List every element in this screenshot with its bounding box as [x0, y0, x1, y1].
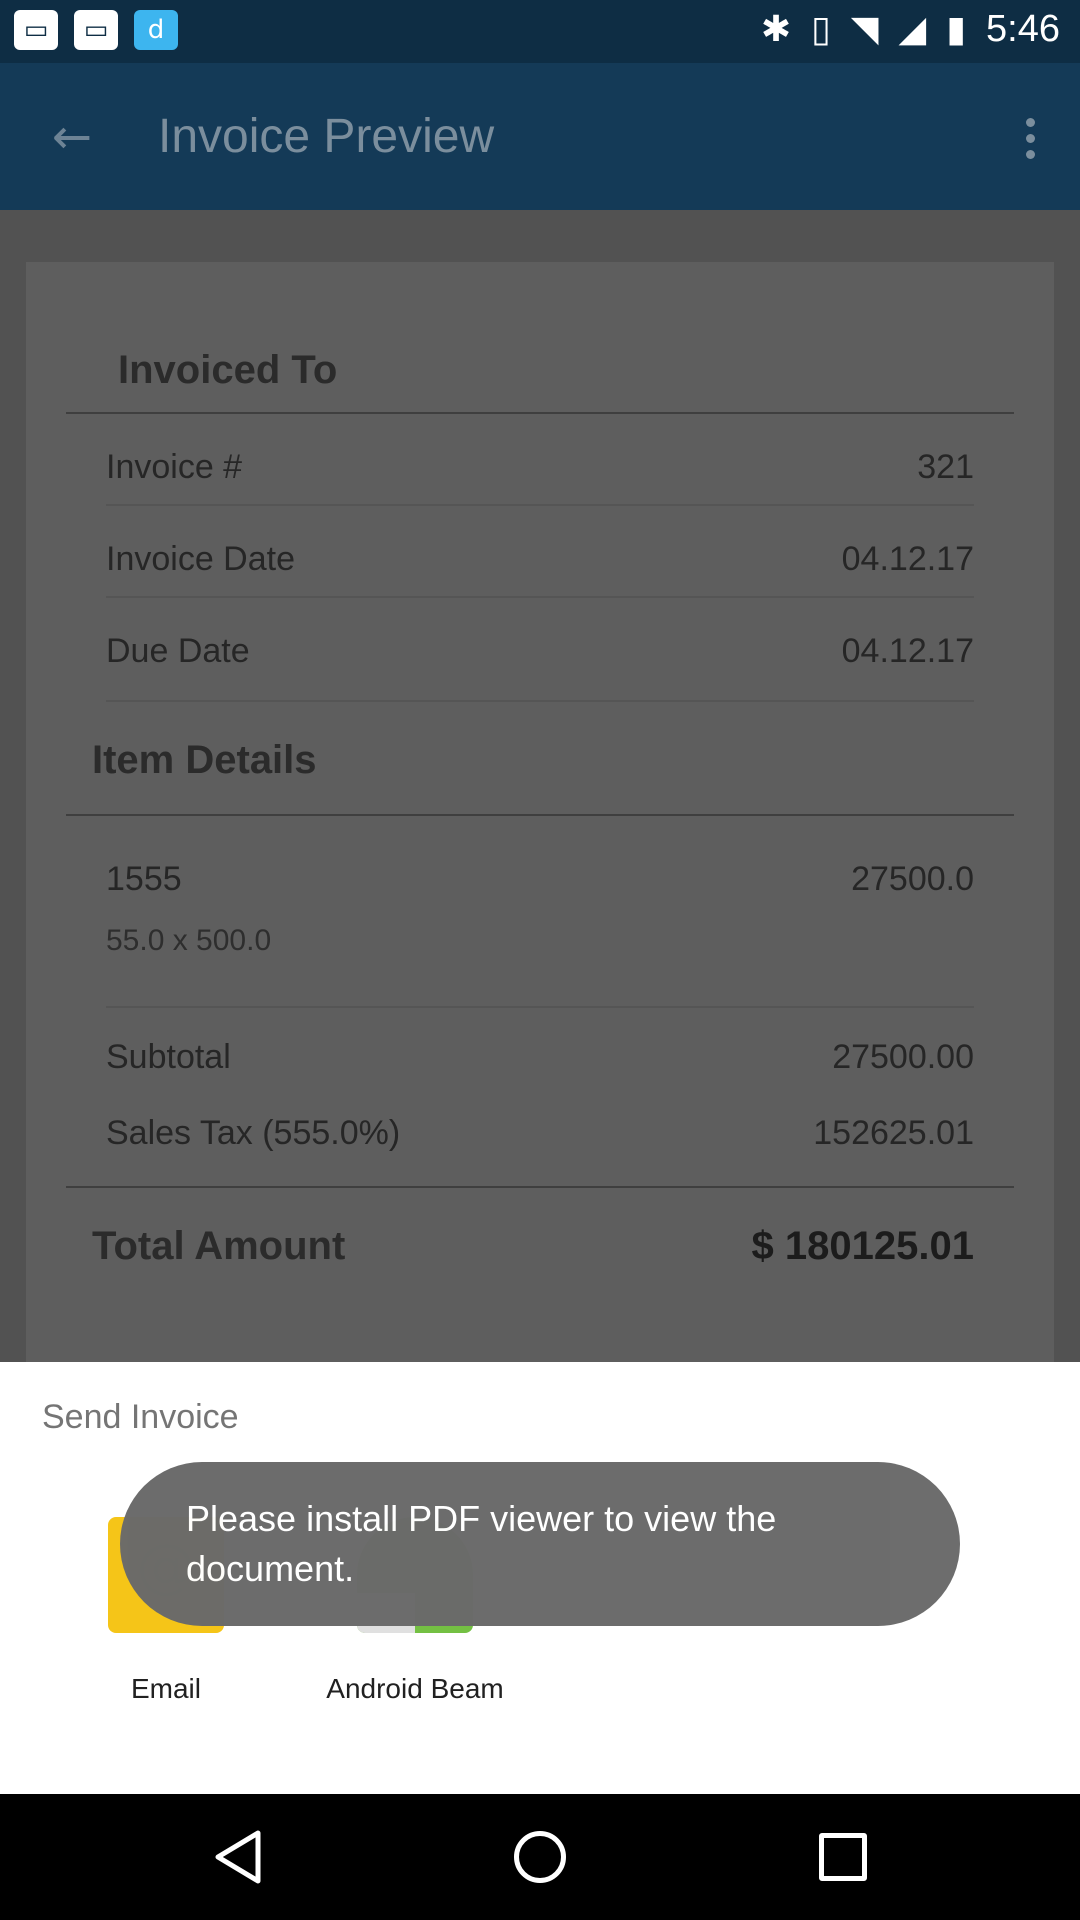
divider [66, 1186, 1014, 1188]
system-icons: ✱ ▯ ◥ ◢ ▮ 5:46 [761, 8, 1060, 51]
wifi-icon: ◥ [850, 9, 879, 50]
gallery-icon: ▭ [74, 10, 118, 50]
bluetooth-icon: ✱ [760, 9, 792, 50]
total-amount-label: Total Amount [92, 1224, 346, 1268]
invoice-number-value: 321 [917, 448, 974, 486]
divider [106, 1006, 974, 1008]
arrow-back-icon[interactable]: ← [40, 105, 104, 169]
nav-home-button[interactable] [505, 1822, 575, 1892]
due-date-value: 04.12.17 [841, 632, 974, 670]
more-dot [1025, 133, 1035, 143]
dict-icon: d [134, 10, 178, 50]
recents-square-icon [819, 1833, 867, 1881]
signal-icon: ◢ [898, 9, 927, 50]
more-dot [1025, 117, 1035, 127]
nav-back-button[interactable] [203, 1822, 273, 1892]
due-date-label: Due Date [106, 632, 250, 670]
invoice-date-label: Invoice Date [106, 540, 295, 578]
item-name: 1555 [106, 860, 182, 898]
status-time: 5:46 [986, 8, 1060, 50]
item-detail: 55.0 x 500.0 [106, 924, 272, 957]
divider [106, 596, 974, 598]
home-circle-icon [514, 1831, 566, 1883]
sales-tax-value: 152625.01 [813, 1114, 974, 1152]
invoice-card: Invoiced To Invoice # 321 Invoice Date 0… [26, 262, 1054, 1362]
status-bar: ▭ ▭ d ✱ ▯ ◥ ◢ ▮ 5:46 [0, 0, 1080, 63]
battery-icon: ▮ [946, 9, 967, 50]
invoice-content-scrim[interactable]: Invoiced To Invoice # 321 Invoice Date 0… [0, 210, 1080, 1362]
divider [66, 412, 1014, 414]
gallery-icon: ▭ [14, 10, 58, 50]
subtotal-label: Subtotal [106, 1038, 231, 1076]
share-option-label: Email [130, 1673, 201, 1704]
item-details-title: Item Details [92, 738, 317, 782]
divider [106, 504, 974, 506]
toast-message: Please install PDF viewer to view the do… [120, 1462, 960, 1626]
share-option-label: Android Beam [326, 1673, 504, 1704]
page-title: Invoice Preview [158, 110, 495, 163]
invoice-number-label: Invoice # [106, 448, 243, 486]
item-amount: 27500.0 [851, 860, 974, 898]
more-dot [1025, 149, 1035, 159]
more-vert-icon[interactable] [1000, 103, 1060, 173]
invoice-date-value: 04.12.17 [841, 540, 974, 578]
share-sheet-title: Send Invoice [42, 1398, 239, 1436]
nav-recents-button[interactable] [808, 1822, 878, 1892]
divider [66, 814, 1014, 816]
sales-tax-label: Sales Tax (555.0%) [106, 1114, 401, 1152]
vibrate-icon: ▯ [811, 9, 831, 50]
back-triangle-icon [215, 1830, 261, 1884]
subtotal-value: 27500.00 [832, 1038, 974, 1076]
invoiced-to-title: Invoiced To [118, 348, 338, 392]
total-amount-value: $ 180125.01 [751, 1224, 974, 1268]
navigation-bar [0, 1794, 1080, 1920]
app-bar: ← Invoice Preview [0, 63, 1080, 210]
divider [106, 700, 974, 702]
notification-icons: ▭ ▭ d [14, 10, 178, 50]
